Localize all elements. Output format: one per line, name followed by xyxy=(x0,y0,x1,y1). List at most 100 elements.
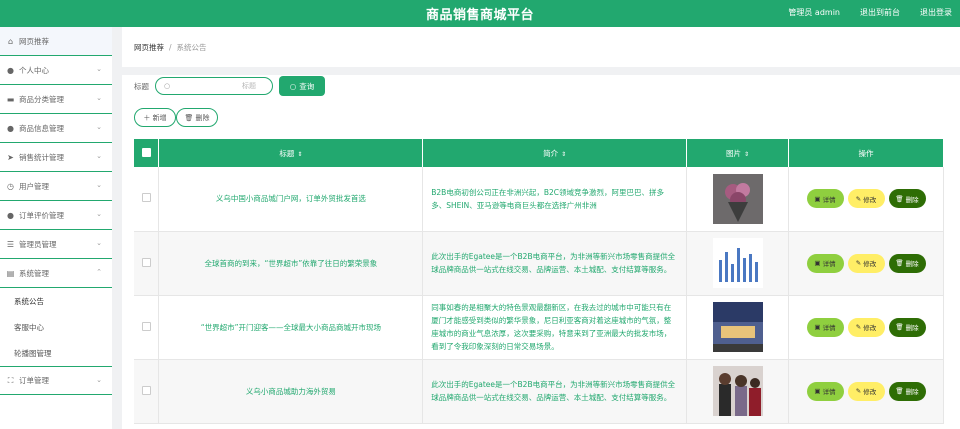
sidebar-item-label: 管理员管理 xyxy=(19,239,57,249)
col-title[interactable]: 标题 ⇕ xyxy=(158,139,424,167)
search-label: 标题 xyxy=(134,81,149,91)
breadcrumb-current: 系统公告 xyxy=(176,42,207,52)
sidebar-item-reviews[interactable]: ● 订单评价管理 ⌄ xyxy=(0,201,112,230)
top-bar: 商品销售商城平台 管理员 admin 退出到前台 退出登录 xyxy=(0,0,960,27)
cell-intro: B2B电商初创公司正在非洲兴起，B2C领域竞争激烈，阿里巴巴、拼多多、SHEIN… xyxy=(422,167,688,232)
sidebar-item-label: 商品分类管理 xyxy=(19,94,64,104)
sidebar-item-sales[interactable]: ➤ 销售统计管理 ⌄ xyxy=(0,143,112,172)
search-input[interactable]: ○ 标题 xyxy=(155,77,273,95)
logout-link[interactable]: 退出登录 xyxy=(920,7,952,18)
sidebar-item-category[interactable]: ▬ 商品分类管理 ⌄ xyxy=(0,85,112,114)
detail-icon: ▣ xyxy=(814,259,821,267)
cell-intro: 此次出手的Egatee是一个B2B电商平台，为非洲等新兴市场零售商提供全球品牌商… xyxy=(422,231,688,296)
cell-title: “世界超市”开门迎客——全球最大小商品商城开市现场 xyxy=(158,295,424,360)
cell-intro: 此次出手的Egatee是一个B2B电商平台，为非洲等新兴市场零售商提供全球品牌商… xyxy=(422,359,688,424)
search-icon: ○ xyxy=(289,81,297,91)
delete-row-button[interactable]: 🗑 删除 xyxy=(888,189,926,209)
home-icon: ⌂ xyxy=(7,36,14,46)
table-header-row: 标题 ⇕ 简介 ⇕ 图片 ⇕ 操作 xyxy=(134,139,944,167)
expand-icon: ⛶ xyxy=(7,375,14,385)
edit-button[interactable]: ✎ 修改 xyxy=(847,381,885,401)
table-row: 义乌中国小商品城门户网，订单外贸批发首选 B2B电商初创公司正在非洲兴起，B2C… xyxy=(134,167,944,232)
sidebar-item-system[interactable]: ▤ 系统管理 ⌃ xyxy=(0,259,112,288)
breadcrumb-separator: / xyxy=(169,42,172,52)
breadcrumb-home[interactable]: 网页推荐 xyxy=(134,42,164,53)
detail-icon: ▣ xyxy=(814,323,821,331)
row-checkbox[interactable] xyxy=(141,385,151,395)
detail-icon: ▣ xyxy=(814,194,821,203)
sidebar-item-product[interactable]: ● 商品信息管理 ⌄ xyxy=(0,114,112,143)
cell-title: 义乌中国小商品城门户网，订单外贸批发首选 xyxy=(158,167,424,232)
delete-row-button[interactable]: 🗑 删除 xyxy=(888,253,926,273)
sidebar-item-admins[interactable]: ☰ 管理员管理 ⌄ xyxy=(0,230,112,259)
table-row: 全球首商的到来，“世界超市”依靠了往日的繁荣景象 此次出手的Egatee是一个B… xyxy=(134,231,944,296)
main-content: 网页推荐 / 系统公告 标题 ○ 标题 ○ 查询 ＋ 新增 🗑 删除 标题⇕ xyxy=(122,27,960,429)
sidebar-item-label: 用户管理 xyxy=(19,181,49,191)
chevron-down-icon: ⌄ xyxy=(96,65,102,73)
table-row: 义乌小商品城助力海外贸易 此次出手的Egatee是一个B2B电商平台，为非洲等新… xyxy=(134,359,944,424)
sidebar-subitem-notice[interactable]: 系统公告 xyxy=(0,288,112,314)
detail-button[interactable]: ▣ 详情 xyxy=(806,253,844,273)
chevron-down-icon: ⌄ xyxy=(96,376,102,384)
detail-button[interactable]: ▣ 详情 xyxy=(806,381,844,401)
query-button[interactable]: ○ 查询 xyxy=(279,76,325,96)
people-photo-image xyxy=(712,366,763,416)
trash-icon: 🗑 xyxy=(895,387,904,395)
exit-to-front-link[interactable]: 退出到前台 xyxy=(860,7,900,18)
search-placeholder: 标题 xyxy=(242,82,256,90)
col-intro[interactable]: 简介 ⇕ xyxy=(422,139,688,167)
edit-button[interactable]: ✎ 修改 xyxy=(847,253,885,273)
cell-title: 义乌小商品城助力海外贸易 xyxy=(158,359,424,424)
col-ops: 操作 xyxy=(788,139,944,167)
trash-icon: 🗑 xyxy=(895,259,904,267)
chevron-down-icon: ⌄ xyxy=(96,210,102,218)
sort-icon: ⇕ xyxy=(744,150,750,158)
chevron-down-icon: ⌄ xyxy=(96,94,102,102)
clock-icon: ◷ xyxy=(7,181,14,191)
sidebar-item-label: 订单评价管理 xyxy=(19,210,64,220)
add-button[interactable]: ＋ 新增 xyxy=(134,108,176,127)
sidebar: ⌂ 网页推荐 ● 个人中心 ⌄ ▬ 商品分类管理 ⌄ ● 商品信息管理 ⌄ ➤ … xyxy=(0,27,112,429)
flower-bouquet-image xyxy=(712,173,763,224)
notice-table: 标题 ⇕ 简介 ⇕ 图片 ⇕ 操作 义乌中国小商品城门户网，订单外贸批发首选 B2B电… xyxy=(134,139,944,424)
sidebar-subitem-carousel[interactable]: 轮播图管理 xyxy=(0,340,112,366)
detail-button[interactable]: ▣ 详情 xyxy=(806,317,844,337)
breadcrumb: 网页推荐 / 系统公告 xyxy=(122,27,960,67)
row-checkbox[interactable] xyxy=(141,257,151,267)
sidebar-item-label: 订单管理 xyxy=(19,376,49,385)
cell-intro: 同事如春的是相聚大的特色景观最翻新区，在我去过的城市中可能只有在厦门才能感受到类… xyxy=(422,295,688,360)
delete-button[interactable]: 🗑 删除 xyxy=(176,108,218,127)
sidebar-item-users[interactable]: ◷ 用户管理 ⌄ xyxy=(0,172,112,201)
trash-icon: 🗑 xyxy=(895,194,904,203)
delete-row-button[interactable]: 🗑 删除 xyxy=(888,381,926,401)
chevron-down-icon: ⌄ xyxy=(96,239,102,247)
chevron-down-icon: ⌄ xyxy=(96,181,102,189)
col-image[interactable]: 图片 ⇕ xyxy=(686,139,790,167)
user-icon: ● xyxy=(7,123,14,133)
cell-title: 全球首商的到来，“世界超市”依靠了往日的繁荣景象 xyxy=(158,231,424,296)
edit-icon: ✎ xyxy=(855,259,862,267)
row-checkbox[interactable] xyxy=(141,193,151,203)
row-checkbox[interactable] xyxy=(141,321,151,331)
action-buttons: ＋ 新增 🗑 删除 xyxy=(134,108,218,127)
select-all-cell xyxy=(134,139,160,167)
select-all-checkbox[interactable] xyxy=(141,147,151,157)
sidebar-item-home[interactable]: ⌂ 网页推荐 xyxy=(0,27,112,56)
sidebar-item-orders[interactable]: ⛶ 订单管理 ⌄ xyxy=(0,366,112,395)
edit-button[interactable]: ✎ 修改 xyxy=(847,189,885,209)
user-icon: ● xyxy=(7,210,14,220)
delete-row-button[interactable]: 🗑 删除 xyxy=(888,317,926,337)
sidebar-item-profile[interactable]: ● 个人中心 ⌄ xyxy=(0,56,112,85)
sidebar-subitem-service[interactable]: 客服中心 xyxy=(0,314,112,340)
sort-icon: ⇕ xyxy=(297,150,303,158)
sidebar-item-label: 个人中心 xyxy=(19,65,49,75)
table-row: “世界超市”开门迎客——全球最大小商品商城开市现场 同事如春的是相聚大的特色景观… xyxy=(134,295,944,360)
trash-icon: 🗑 xyxy=(895,323,904,331)
send-icon: ➤ xyxy=(7,152,14,162)
mall-building-image xyxy=(712,302,763,352)
search-row: 标题 ○ 标题 ○ 查询 xyxy=(134,76,325,96)
doc-icon: ▤ xyxy=(6,268,15,278)
sidebar-item-label: 商品信息管理 xyxy=(19,123,64,133)
detail-button[interactable]: ▣ 详情 xyxy=(806,189,844,209)
edit-button[interactable]: ✎ 修改 xyxy=(847,317,885,337)
